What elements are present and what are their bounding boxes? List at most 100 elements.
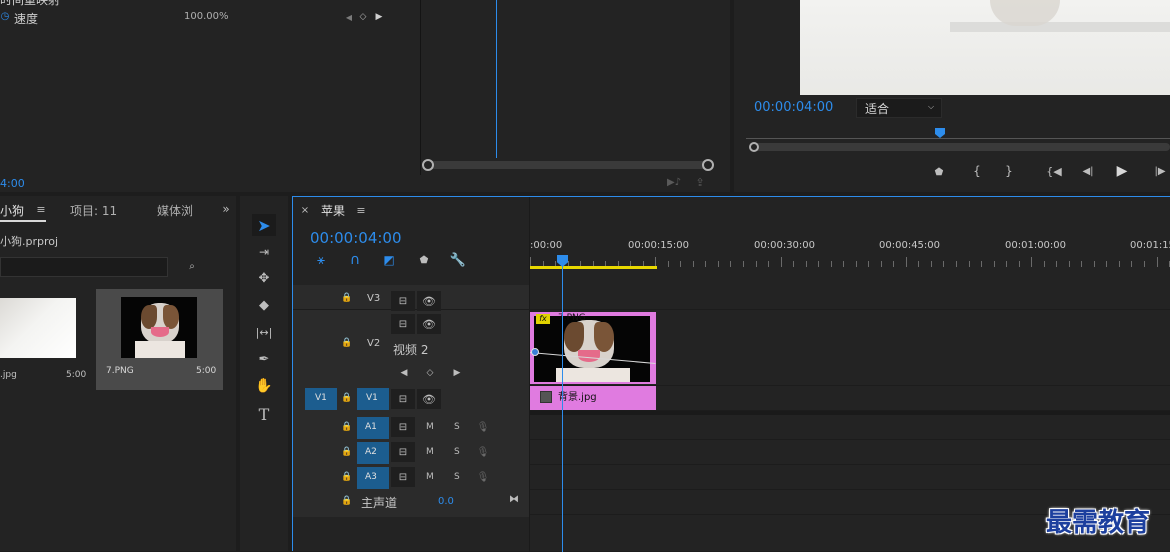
microphone-icon[interactable]: 🎙 (477, 445, 490, 459)
program-timecode[interactable]: 00:00:04:00 (754, 100, 833, 115)
ripple-edit-tool-icon[interactable]: ✥ (252, 268, 276, 288)
ec-zoom-handle-right[interactable] (702, 159, 714, 171)
panel-overflow-icon[interactable]: » (220, 202, 232, 216)
mute-button[interactable]: M (426, 447, 434, 457)
lock-icon[interactable]: 🔒 (341, 471, 353, 483)
ruler-tick (1019, 261, 1020, 267)
timeline-playhead-line[interactable] (562, 265, 563, 552)
sync-lock-icon[interactable]: ⊟ (391, 291, 415, 311)
next-keyframe-icon[interactable]: ▶ (374, 11, 384, 23)
lock-icon[interactable]: 🔒 (341, 495, 353, 507)
ruler-tick (1006, 261, 1007, 267)
track-label-a1: A1 (365, 422, 377, 432)
tab-menu-icon[interactable]: ≡ (35, 203, 47, 216)
lock-icon[interactable]: 🔒 (341, 392, 353, 404)
ruler-tick (730, 261, 731, 267)
project-item-png[interactable]: 7.PNG 5:00 (96, 289, 223, 390)
eye-icon[interactable]: 👁 (417, 291, 441, 311)
sync-lock-icon[interactable]: ⊟ (391, 417, 415, 437)
lock-icon[interactable]: 🔒 (341, 337, 353, 349)
solo-button[interactable]: S (454, 472, 460, 482)
lock-icon[interactable]: 🔒 (341, 292, 353, 304)
stopwatch-icon[interactable]: ◷ (0, 10, 10, 22)
add-marker-icon[interactable]: ⬟ (932, 165, 946, 179)
clip-bg[interactable]: 背景.jpg (530, 386, 656, 410)
play-audio-icon[interactable]: ▶♪ (666, 175, 682, 189)
step-forward-icon[interactable]: |▶ (1150, 164, 1170, 178)
go-to-in-icon[interactable]: {◀ (1044, 164, 1064, 178)
close-icon[interactable]: × (299, 204, 311, 216)
sequence-tab[interactable]: 苹果 (321, 202, 345, 219)
lock-icon[interactable]: 🔒 (341, 421, 353, 433)
mark-in-icon[interactable]: { (970, 164, 984, 178)
project-item-jpg[interactable]: .jpg 5:00 (0, 288, 92, 392)
time-ruler[interactable]: :00:00 00:00:15:00 00:00:30:00 00:00:45:… (530, 237, 1170, 269)
snap-icon[interactable]: ∩ (347, 252, 363, 268)
ruler-tick (680, 261, 681, 267)
play-icon[interactable]: ▶ (1114, 163, 1130, 179)
timeline-timecode[interactable]: 00:00:04:00 (310, 229, 402, 247)
ec-zoom-handle-left[interactable] (422, 159, 434, 171)
linked-selection-icon[interactable]: ◩ (381, 252, 397, 268)
track-select-tool-icon[interactable]: ⇥ (252, 242, 276, 262)
sync-lock-icon[interactable]: ⊟ (391, 314, 415, 334)
type-tool-icon[interactable]: T (252, 403, 276, 425)
go-to-end-icon[interactable]: ⧓ (507, 492, 521, 506)
track-target-a1[interactable]: A1 (357, 417, 389, 439)
track-target-v1[interactable]: V1 (357, 388, 389, 410)
nest-icon[interactable]: ⚹ (313, 252, 329, 268)
mute-button[interactable]: M (426, 472, 434, 482)
sync-lock-icon[interactable]: ⊟ (391, 442, 415, 462)
fit-dropdown[interactable]: 适合 ⌵ (856, 98, 942, 118)
lock-icon[interactable]: 🔒 (341, 446, 353, 458)
master-volume-value[interactable]: 0.0 (438, 496, 454, 507)
solo-button[interactable]: S (454, 422, 460, 432)
eye-icon[interactable]: 👁 (417, 314, 441, 334)
eye-icon[interactable]: 👁 (417, 389, 441, 409)
track-target-a3[interactable]: A3 (357, 467, 389, 489)
mark-out-icon[interactable]: } (1002, 164, 1016, 178)
add-marker-icon[interactable]: ⬟ (417, 253, 431, 267)
wrench-icon[interactable]: 🔧 (450, 252, 466, 268)
track-target-a2[interactable]: A2 (357, 442, 389, 464)
step-back-icon[interactable]: ◀| (1078, 164, 1098, 178)
prev-keyframe-icon[interactable]: ◀ (344, 11, 354, 23)
project-file-name: 小狗.prproj (0, 235, 59, 248)
selection-tool-icon[interactable]: ➤ (252, 214, 276, 236)
program-mini-ruler[interactable] (746, 128, 1170, 142)
add-keyframe-icon[interactable]: ◇ (358, 11, 368, 23)
add-keyframe-icon[interactable]: ◇ (424, 367, 436, 379)
microphone-icon[interactable]: 🎙 (477, 470, 490, 484)
prev-keyframe-icon[interactable]: ◀ (398, 367, 410, 379)
ec-timecode[interactable]: 4:00 (0, 177, 25, 190)
clip-png[interactable]: fx 7.PNG (530, 312, 656, 384)
sync-lock-icon[interactable]: ⊟ (391, 389, 415, 409)
export-icon[interactable]: ⇪ (692, 175, 708, 189)
sync-lock-icon[interactable]: ⊟ (391, 467, 415, 487)
next-keyframe-icon[interactable]: ▶ (451, 367, 463, 379)
find-icon[interactable]: ⌕ (184, 259, 200, 273)
slip-tool-icon[interactable]: |↔| (252, 322, 276, 342)
work-area-bar[interactable] (530, 266, 657, 269)
speed-value[interactable]: 100.00% (184, 11, 229, 22)
ec-zoom-scrollbar[interactable] (426, 161, 708, 169)
tab-project-items[interactable]: 项目: 11 (70, 202, 117, 219)
track-row-a1 (530, 415, 1170, 440)
source-patch-v1[interactable]: V1 (305, 388, 337, 410)
ruler-tick (768, 261, 769, 267)
mute-button[interactable]: M (426, 422, 434, 432)
pen-tool-icon[interactable]: ✒ (252, 349, 276, 369)
hand-tool-icon[interactable]: ✋ (252, 376, 276, 396)
ruler-tick (1031, 257, 1032, 267)
solo-button[interactable]: S (454, 447, 460, 457)
keyframe-handle[interactable] (531, 348, 539, 356)
program-scroll-handle[interactable] (749, 142, 759, 152)
program-scrollbar[interactable] (752, 143, 1170, 151)
clip-bg-name: 背景.jpg (558, 392, 597, 403)
tab-project-name[interactable]: 小狗 (0, 202, 24, 219)
tab-media-browser[interactable]: 媒体浏 (157, 202, 193, 219)
microphone-icon[interactable]: 🎙 (477, 420, 490, 434)
razor-tool-icon[interactable]: ◆ (252, 295, 276, 315)
search-input[interactable] (0, 257, 168, 277)
sequence-menu-icon[interactable]: ≡ (355, 204, 367, 217)
